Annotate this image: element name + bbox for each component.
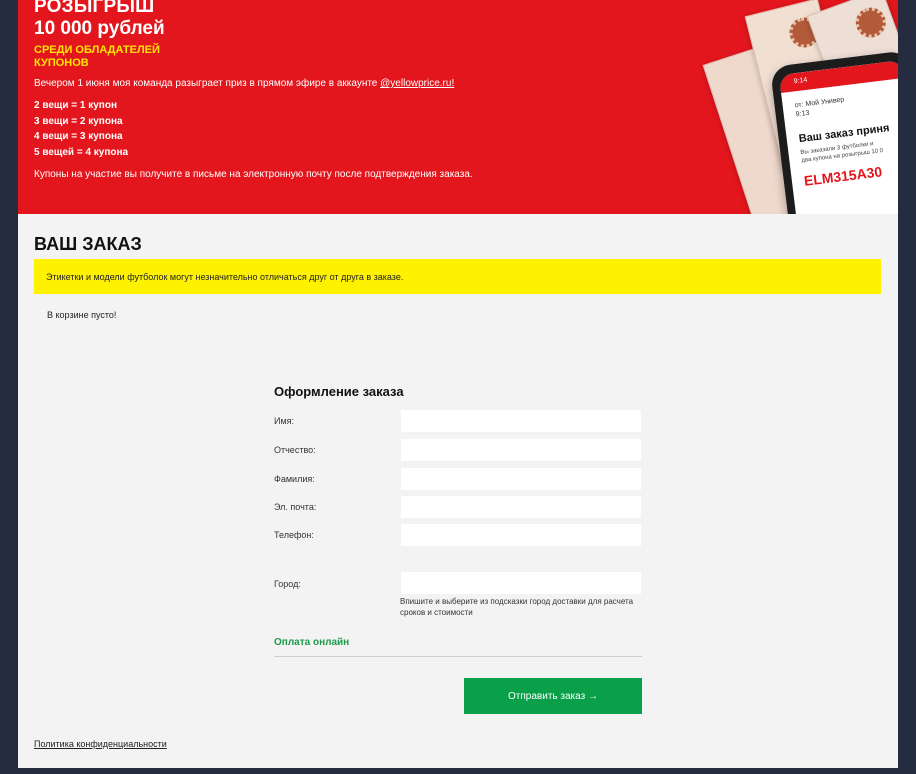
patronymic-field[interactable] [401, 439, 641, 461]
coupon-rule: 3 вещи = 2 купона [34, 115, 123, 127]
banner-note: Купоны на участие вы получите в письме н… [34, 169, 473, 180]
checkout-title: Оформление заказа [274, 384, 404, 399]
phone-screen: 9:14 от: Мой Универ 9:13 Ваш заказ приня… [778, 60, 898, 214]
banner-amount: 10 000 рублей [34, 18, 165, 39]
phone-image: 9:14 от: Мой Универ 9:13 Ваш заказ приня… [769, 50, 898, 214]
last-name-field[interactable] [401, 468, 641, 490]
city-label: Город: [274, 579, 301, 589]
account-link[interactable]: @yellowprice.ru! [380, 78, 454, 89]
coupon-rule: 4 вещи = 3 купона [34, 131, 123, 143]
city-hint: Впишите и выберите из подсказки город до… [400, 597, 634, 617]
last-name-label: Фамилия: [274, 474, 315, 484]
divider [274, 656, 642, 657]
privacy-policy-link[interactable]: Политика конфиденциальности [34, 739, 167, 749]
banner-subtitle: СРЕДИ ОБЛАДАТЕЛЕЙ КУПОНОВ [34, 44, 160, 69]
submit-order-button[interactable]: Отправить заказ → [464, 678, 642, 714]
phone-label: Телефон: [274, 530, 314, 540]
phone-message-meta: от: Мой Универ 9:13 [794, 88, 898, 120]
coupon-rule: 2 вещи = 1 купон [34, 100, 117, 111]
banner-description-text: Вечером 1 июня моя команда разыграет при… [34, 78, 378, 89]
phone-status-time: 9:14 [778, 60, 898, 94]
banner-title: РОЗЫГРЫШ [34, 0, 155, 17]
coupon-rules: 2 вещи = 1 купон 3 вещи = 2 купона 4 вещ… [34, 98, 128, 160]
email-label: Эл. почта: [274, 502, 317, 512]
first-name-field[interactable] [401, 410, 641, 432]
phone-field[interactable] [401, 524, 641, 546]
patronymic-label: Отчество: [274, 445, 316, 455]
order-notice: Этикетки и модели футболок могут незначи… [34, 259, 881, 294]
page-frame: РОЗЫГРЫШ 10 000 рублей СРЕДИ ОБЛАДАТЕЛЕЙ… [18, 0, 898, 768]
phone-coupon-code: ELM315A30 [802, 163, 883, 189]
promo-banner: РОЗЫГРЫШ 10 000 рублей СРЕДИ ОБЛАДАТЕЛЕЙ… [18, 0, 898, 214]
promo-illustration: 9:14 от: Мой Универ 9:13 Ваш заказ приня… [702, 0, 898, 214]
order-title: ВАШ ЗАКАЗ [34, 234, 142, 254]
first-name-label: Имя: [274, 416, 295, 426]
banknote-seal-icon [851, 3, 891, 42]
empty-cart-message: В корзине пусто! [47, 310, 117, 320]
email-field[interactable] [401, 496, 641, 518]
coupon-rule: 5 вещей = 4 купона [34, 146, 129, 158]
banner-description: Вечером 1 июня моя команда разыграет при… [34, 78, 454, 89]
payment-option-online[interactable]: Оплата онлайн [274, 637, 349, 648]
city-field[interactable] [401, 572, 641, 594]
